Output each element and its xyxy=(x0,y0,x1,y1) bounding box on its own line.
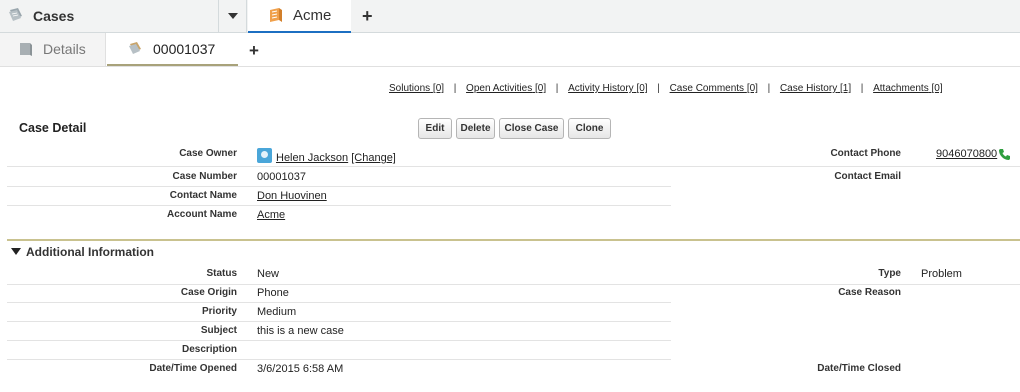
date-time-opened-value: 3/6/2015 6:58 AM xyxy=(257,363,344,375)
add-primary-tab-button[interactable]: + xyxy=(362,7,373,25)
priority-label: Priority xyxy=(201,306,237,317)
row-divider xyxy=(7,340,671,341)
case-origin-label: Case Origin xyxy=(180,287,237,298)
primary-tab-label: Acme xyxy=(293,7,332,24)
collapse-triangle-icon xyxy=(11,248,21,255)
row-divider xyxy=(7,284,671,285)
link-separator: | xyxy=(860,83,864,94)
owner-avatar-icon xyxy=(257,148,272,163)
type-value: Problem xyxy=(921,268,962,280)
link-separator: | xyxy=(555,83,559,94)
case-owner-link[interactable]: Helen Jackson xyxy=(276,152,348,164)
section-divider xyxy=(7,239,1020,241)
contact-email-label: Contact Email xyxy=(834,171,901,182)
app-tab-cases[interactable]: Cases xyxy=(0,0,219,32)
contact-name-link[interactable]: Don Huovinen xyxy=(257,190,327,202)
subtab-case-label: 00001037 xyxy=(153,41,216,57)
contact-phone-value: 9046070800 xyxy=(936,148,997,160)
account-name-link[interactable]: Acme xyxy=(257,209,285,221)
row-divider xyxy=(7,186,671,187)
type-label: Type xyxy=(878,268,901,279)
cases-icon xyxy=(7,7,25,28)
description-label: Description xyxy=(181,344,237,355)
date-time-closed-label: Date/Time Closed xyxy=(817,363,901,374)
case-owner-label: Case Owner xyxy=(179,148,237,159)
delete-button[interactable]: Delete xyxy=(456,118,495,139)
case-origin-value: Phone xyxy=(257,287,289,299)
chevron-down-icon xyxy=(228,13,238,19)
close-case-button[interactable]: Close Case xyxy=(499,118,564,139)
change-owner-link[interactable]: [Change] xyxy=(351,152,396,164)
navigation-dropdown[interactable] xyxy=(219,0,247,32)
add-subtab-button[interactable]: + xyxy=(249,42,259,60)
account-name-value: Acme xyxy=(257,209,285,221)
subtab-details[interactable]: Details xyxy=(0,33,106,66)
related-link-case-history[interactable]: Case History [1] xyxy=(780,83,851,94)
case-reason-label: Case Reason xyxy=(838,287,901,298)
subtab-bar: Details 00001037 + xyxy=(0,33,1020,67)
app-tab-label: Cases xyxy=(33,8,75,24)
additional-information-title: Additional Information xyxy=(26,245,154,259)
related-link-attachments[interactable]: Attachments [0] xyxy=(873,83,943,94)
contact-name-label: Contact Name xyxy=(169,190,237,201)
subtab-details-label: Details xyxy=(43,41,86,57)
related-link-solutions[interactable]: Solutions [0] xyxy=(389,83,444,94)
details-icon xyxy=(18,41,33,62)
contact-phone-label: Contact Phone xyxy=(830,148,901,159)
row-divider xyxy=(671,166,1020,167)
primary-tab-bar: Cases Acme + xyxy=(0,0,1020,33)
link-separator: | xyxy=(767,83,771,94)
phone-icon[interactable] xyxy=(998,148,1011,166)
edit-button[interactable]: Edit xyxy=(418,118,452,139)
case-icon xyxy=(127,41,143,61)
row-divider xyxy=(7,302,671,303)
contact-name-value: Don Huovinen xyxy=(257,190,327,202)
subject-value: this is a new case xyxy=(257,325,344,337)
case-number-value: 00001037 xyxy=(257,171,306,183)
additional-information-header[interactable]: Additional Information xyxy=(11,245,154,259)
link-separator: | xyxy=(657,83,660,94)
account-icon xyxy=(268,7,284,29)
related-link-activity-history[interactable]: Activity History [0] xyxy=(568,83,647,94)
row-divider xyxy=(7,359,671,360)
status-value: New xyxy=(257,268,280,280)
related-link-open-activities[interactable]: Open Activities [0] xyxy=(466,83,546,94)
related-link-case-comments[interactable]: Case Comments [0] xyxy=(670,83,758,94)
row-divider xyxy=(671,284,1020,285)
case-owner-value: Helen Jackson [Change] xyxy=(276,152,396,164)
row-divider xyxy=(7,321,671,322)
related-list-links: Solutions [0] | Open Activities [0] | Activi… xyxy=(389,83,943,94)
case-number-label: Case Number xyxy=(172,171,237,182)
contact-phone-link[interactable]: 9046070800 xyxy=(936,148,997,160)
subject-label: Subject xyxy=(200,325,237,336)
case-detail-title: Case Detail xyxy=(19,121,87,135)
row-divider xyxy=(7,205,671,206)
row-divider xyxy=(7,166,671,167)
status-label: Status xyxy=(206,268,237,279)
subtab-case-00001037[interactable]: 00001037 xyxy=(107,33,238,66)
priority-value: Medium xyxy=(257,306,297,318)
primary-tab-acme[interactable]: Acme xyxy=(248,0,351,33)
account-name-label: Account Name xyxy=(166,209,237,220)
link-separator: | xyxy=(453,83,457,94)
date-time-opened-label: Date/Time Opened xyxy=(149,363,237,374)
clone-button[interactable]: Clone xyxy=(568,118,611,139)
